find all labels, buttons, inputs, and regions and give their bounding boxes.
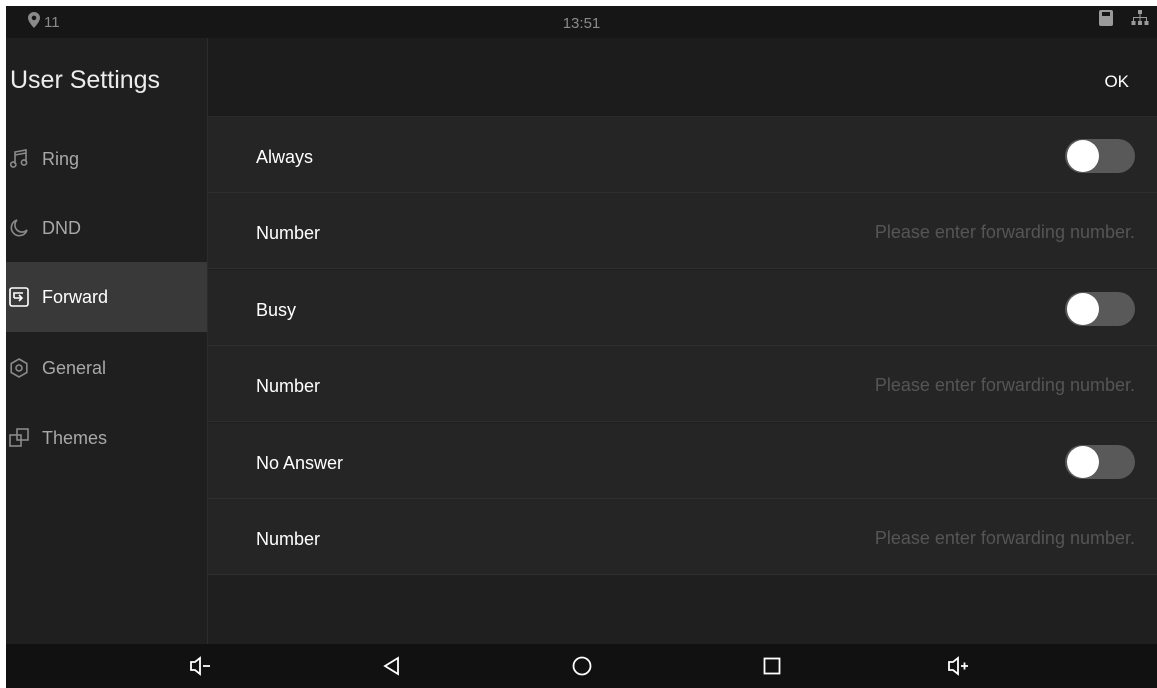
music-note-icon bbox=[8, 148, 30, 170]
settings-sidebar: User Settings Ring DND Forward General T… bbox=[6, 38, 208, 644]
themes-icon bbox=[8, 427, 30, 449]
no-answer-number-row: Number bbox=[208, 499, 1157, 575]
sidebar-item-dnd[interactable]: DND bbox=[6, 193, 207, 263]
moon-icon bbox=[8, 217, 30, 239]
back-icon[interactable] bbox=[380, 654, 404, 678]
status-right bbox=[1099, 10, 1149, 30]
toggle-knob bbox=[1067, 446, 1099, 478]
busy-row: Busy bbox=[208, 270, 1157, 346]
sidebar-item-label: Ring bbox=[42, 148, 80, 169]
always-toggle[interactable] bbox=[1065, 139, 1135, 173]
volume-up-icon[interactable] bbox=[946, 654, 970, 678]
no-answer-row: No Answer bbox=[208, 423, 1157, 499]
gear-icon bbox=[8, 357, 30, 379]
device-screen: 11 13:51 User Settings Ring DND Forward … bbox=[6, 6, 1157, 688]
recents-icon[interactable] bbox=[760, 654, 784, 678]
no-answer-toggle[interactable] bbox=[1065, 445, 1135, 479]
sidebar-item-forward[interactable]: Forward bbox=[6, 262, 207, 332]
toggle-knob bbox=[1067, 140, 1099, 172]
header-bar: OK bbox=[208, 38, 1157, 117]
sidebar-item-label: Themes bbox=[42, 427, 108, 448]
sidebar-item-label: Forward bbox=[42, 286, 109, 307]
busy-toggle[interactable] bbox=[1065, 292, 1135, 326]
always-label: Always bbox=[256, 147, 314, 167]
volume-down-icon[interactable] bbox=[188, 654, 212, 678]
home-icon[interactable] bbox=[570, 654, 594, 678]
forward-settings-panel: OK Always Number Busy Number No Answer N… bbox=[208, 38, 1157, 644]
ok-button[interactable]: OK bbox=[1104, 72, 1129, 92]
busy-number-label: Number bbox=[256, 376, 321, 396]
sidebar-item-label: General bbox=[42, 357, 107, 378]
sidebar-item-label: DND bbox=[42, 217, 81, 238]
forward-icon bbox=[8, 286, 30, 308]
sidebar-item-general[interactable]: General bbox=[6, 333, 207, 403]
sidebar-item-ring[interactable]: Ring bbox=[6, 124, 207, 194]
status-time: 13:51 bbox=[562, 15, 601, 32]
busy-label: Busy bbox=[256, 300, 297, 320]
no-answer-label: No Answer bbox=[256, 453, 344, 473]
always-row: Always bbox=[208, 117, 1157, 193]
sidebar-item-themes[interactable]: Themes bbox=[6, 403, 207, 473]
toggle-knob bbox=[1067, 293, 1099, 325]
always-number-label: Number bbox=[256, 223, 321, 243]
busy-number-row: Number bbox=[208, 346, 1157, 422]
no-answer-number-input[interactable] bbox=[715, 525, 1135, 551]
always-number-input[interactable] bbox=[715, 219, 1135, 245]
status-bar: 11 13:51 bbox=[6, 6, 1157, 38]
page-title: User Settings bbox=[10, 66, 161, 94]
navigation-bar bbox=[6, 644, 1157, 688]
busy-number-input[interactable] bbox=[715, 372, 1135, 398]
network-icon bbox=[1131, 10, 1149, 30]
sd-card-icon bbox=[1099, 10, 1113, 30]
always-number-row: Number bbox=[208, 193, 1157, 269]
no-answer-number-label: Number bbox=[256, 529, 321, 549]
